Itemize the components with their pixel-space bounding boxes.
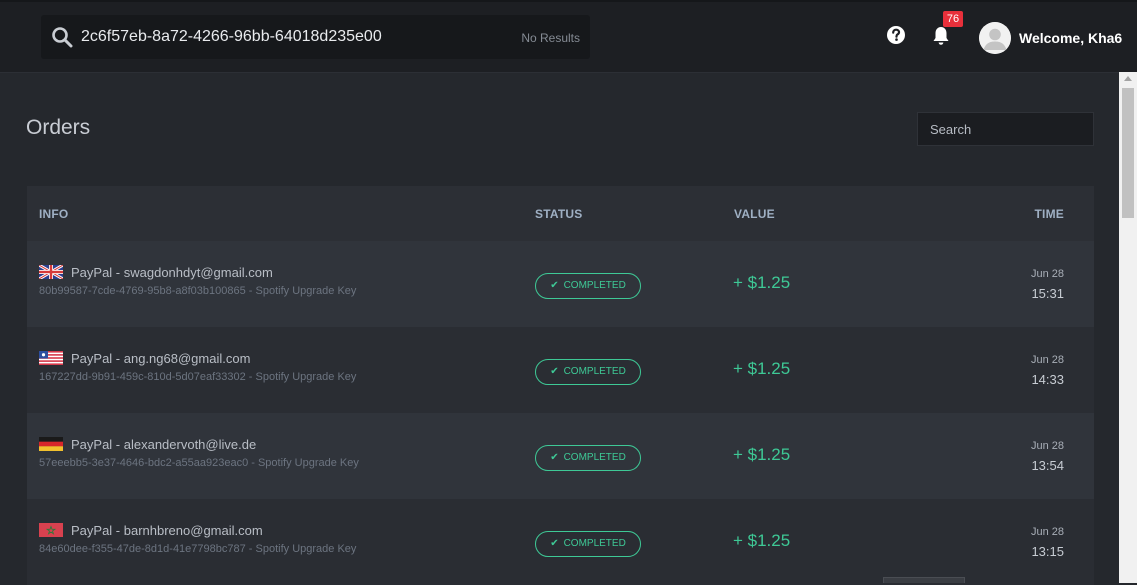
order-title: PayPal - ang.ng68@gmail.com — [71, 351, 251, 366]
scroll-thumb[interactable] — [1122, 88, 1134, 218]
morocco-flag-icon — [39, 523, 63, 537]
order-time: 13:54 — [1031, 458, 1064, 473]
header-info: INFO — [39, 207, 69, 221]
order-time: 15:31 — [1031, 286, 1064, 301]
order-subtitle: 84e60dee-f355-47de-8d1d-41e7798bc787 - S… — [39, 543, 357, 555]
germany-flag-icon — [39, 437, 63, 451]
table-row[interactable]: PayPal - ang.ng68@gmail.com 167227dd-9b9… — [27, 327, 1094, 413]
status-text: COMPLETED — [563, 366, 626, 377]
welcome-user-label[interactable]: Welcome, Kha6 — [1019, 30, 1122, 46]
status-badge: ✔ COMPLETED — [535, 531, 641, 557]
order-subtitle: 80b99587-7cde-4769-95b8-a8f03b100865 - S… — [39, 285, 357, 297]
table-row[interactable]: PayPal - swagdonhdyt@gmail.com 80b99587-… — [27, 241, 1094, 327]
bell-icon[interactable] — [930, 25, 952, 47]
scroll-up-arrow-icon[interactable] — [1124, 76, 1132, 81]
search-icon[interactable] — [51, 26, 73, 48]
order-date: Jun 28 — [1030, 268, 1064, 280]
notification-count-badge[interactable]: 76 — [943, 11, 963, 27]
order-title: PayPal - barnhbreno@gmail.com — [71, 523, 263, 538]
order-value: + $1.25 — [733, 273, 791, 292]
status-text: COMPLETED — [563, 538, 626, 549]
order-time: 14:33 — [1031, 372, 1064, 387]
page-title: Orders — [26, 116, 91, 139]
search-result-status: No Results — [521, 31, 580, 45]
header-value: VALUE — [734, 207, 775, 221]
global-search-input[interactable]: 2c6f57eb-8a72-4266-96bb-64018d235e00 — [81, 28, 382, 46]
question-circle-icon[interactable] — [886, 25, 906, 45]
uk-flag-icon — [39, 265, 63, 279]
header-time: TIME — [1034, 207, 1064, 221]
order-value: + $1.25 — [733, 445, 791, 464]
order-value: + $1.25 — [733, 359, 791, 378]
order-date: Jun 28 — [1030, 354, 1064, 366]
order-value: + $1.25 — [733, 531, 791, 550]
order-date: Jun 28 — [1030, 440, 1064, 452]
table-row[interactable]: PayPal - barnhbreno@gmail.com 84e60dee-f… — [27, 499, 1094, 585]
order-title: PayPal - swagdonhdyt@gmail.com — [71, 265, 273, 280]
partial-element-below — [883, 577, 965, 583]
table-header: INFO STATUS VALUE TIME — [27, 186, 1094, 241]
order-time: 13:15 — [1031, 544, 1064, 559]
header-status: STATUS — [535, 207, 583, 221]
order-subtitle: 167227dd-9b91-459c-810d-5d07eaf33302 - S… — [39, 371, 357, 383]
order-subtitle: 57eeebb5-3e37-4646-bdc2-a55aa923eac0 - S… — [39, 457, 359, 469]
table-row[interactable]: PayPal - alexandervoth@live.de 57eeebb5-… — [27, 413, 1094, 499]
global-search-box[interactable]: 2c6f57eb-8a72-4266-96bb-64018d235e00 No … — [41, 15, 590, 59]
orders-search-input[interactable] — [917, 112, 1094, 146]
order-title: PayPal - alexandervoth@live.de — [71, 437, 257, 452]
status-text: COMPLETED — [563, 280, 626, 291]
check-icon: ✔ — [550, 452, 559, 463]
status-badge: ✔ COMPLETED — [535, 445, 641, 471]
top-bar: 2c6f57eb-8a72-4266-96bb-64018d235e00 No … — [0, 0, 1137, 73]
status-text: COMPLETED — [563, 452, 626, 463]
user-silhouette-icon — [979, 22, 1011, 54]
liberia-flag-icon — [39, 351, 63, 365]
order-date: Jun 28 — [1030, 526, 1064, 538]
check-icon: ✔ — [550, 280, 559, 291]
avatar[interactable] — [979, 22, 1011, 54]
status-badge: ✔ COMPLETED — [535, 273, 641, 299]
status-badge: ✔ COMPLETED — [535, 359, 641, 385]
check-icon: ✔ — [550, 538, 559, 549]
page-scrollbar[interactable] — [1119, 72, 1137, 583]
topbar-edge — [0, 0, 1137, 2]
check-icon: ✔ — [550, 366, 559, 377]
orders-table: INFO STATUS VALUE TIME PayPal - swagdonh… — [27, 186, 1094, 585]
